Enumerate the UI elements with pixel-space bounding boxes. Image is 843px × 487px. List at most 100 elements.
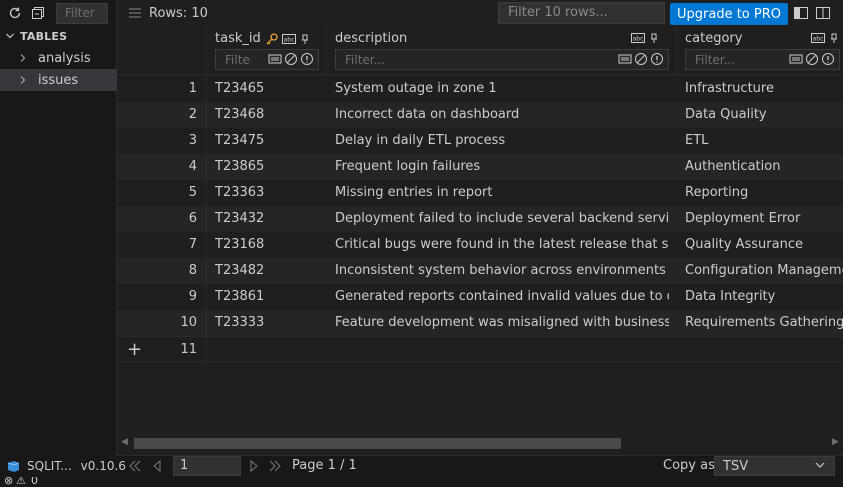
sidebar-filter-input[interactable]: Filter: [56, 3, 108, 24]
table-row[interactable]: 7 T23168 Critical bugs were found in the…: [117, 232, 843, 258]
new-row[interactable]: + 11: [117, 336, 843, 362]
cell-description[interactable]: Missing entries in report: [335, 185, 669, 200]
text-type-icon: abc: [631, 32, 645, 44]
column-filter-description[interactable]: Filter...: [335, 49, 669, 70]
filter-rows-input[interactable]: Filter 10 rows...: [498, 2, 665, 24]
cell-category[interactable]: Deployment Error: [685, 211, 843, 226]
cell-category[interactable]: Data Integrity: [685, 289, 843, 304]
cell-category[interactable]: Data Quality: [685, 107, 843, 122]
cell-task-id[interactable]: T23861: [215, 289, 315, 304]
cell-task-id[interactable]: T23482: [215, 263, 315, 278]
cell-description[interactable]: Incorrect data on dashboard: [335, 107, 669, 122]
cell-task-id[interactable]: T23363: [215, 185, 315, 200]
filter-mode-icon[interactable]: [789, 52, 803, 66]
sidebar-item-issues[interactable]: issues: [0, 69, 117, 91]
cell-task-id[interactable]: T23333: [215, 315, 315, 330]
copy-format-select[interactable]: TSV: [714, 456, 835, 476]
cell-category[interactable]: ETL: [685, 133, 843, 148]
table-row[interactable]: 3 T23475 Delay in daily ETL process ETL: [117, 128, 843, 154]
app-info: SQLIT... v0.10.6: [0, 455, 126, 477]
sidebar-toggle-icon[interactable]: [793, 5, 809, 21]
table-row[interactable]: 1 T23465 System outage in zone 1 Infrast…: [117, 76, 843, 102]
null-icon[interactable]: [805, 52, 819, 66]
cell-category[interactable]: Reporting: [685, 185, 843, 200]
chevron-right-icon: [18, 75, 32, 85]
warning-count: 0: [31, 477, 38, 487]
row-number: 9: [188, 289, 197, 304]
error-icon[interactable]: ⊗: [4, 477, 13, 487]
cell-category[interactable]: Authentication: [685, 159, 843, 174]
svg-text:abc: abc: [633, 36, 644, 43]
refresh-icon[interactable]: [7, 5, 23, 21]
cell-description[interactable]: Critical bugs were found in the latest r…: [335, 237, 669, 252]
grid-header: task_id abc Filter...: [117, 27, 843, 75]
cell-task-id[interactable]: T23465: [215, 81, 315, 96]
cell-task-id[interactable]: T23475: [215, 133, 315, 148]
row-number: 7: [188, 237, 197, 252]
cell-description[interactable]: Deployment failed to include several bac…: [335, 211, 669, 226]
split-icon[interactable]: [815, 5, 831, 21]
cell-task-id[interactable]: T23865: [215, 159, 315, 174]
tables-section-title: TABLES: [20, 29, 68, 43]
table-row[interactable]: 8 T23482 Inconsistent system behavior ac…: [117, 258, 843, 284]
warning-icon[interactable]: ⚠: [16, 477, 26, 487]
cell-task-id[interactable]: T23168: [215, 237, 315, 252]
sidebar-item-analysis[interactable]: analysis: [0, 47, 117, 69]
pin-icon[interactable]: [828, 32, 840, 44]
column-filter-task-id[interactable]: Filter...: [215, 49, 319, 70]
info-icon[interactable]: [650, 52, 664, 66]
cell-task-id[interactable]: T23432: [215, 211, 315, 226]
column-header-category[interactable]: category abc Filter...: [676, 27, 843, 75]
prev-page-icon[interactable]: [150, 459, 164, 477]
cell-description[interactable]: Generated reports contained invalid valu…: [335, 289, 669, 304]
filter-mode-icon[interactable]: [618, 52, 632, 66]
row-number: 4: [188, 159, 197, 174]
null-icon[interactable]: [634, 52, 648, 66]
cell-description[interactable]: Feature development was misaligned with …: [335, 315, 669, 330]
next-page-icon[interactable]: [247, 459, 261, 477]
chevron-down-icon: [814, 459, 826, 476]
cell-description[interactable]: System outage in zone 1: [335, 81, 669, 96]
copy-format-value: TSV: [723, 459, 749, 474]
cell-description[interactable]: Delay in daily ETL process: [335, 133, 669, 148]
cell-description[interactable]: Frequent login failures: [335, 159, 669, 174]
filter-placeholder: Filter...: [345, 52, 386, 67]
scroll-left-icon[interactable]: ◀: [121, 437, 128, 447]
pin-icon[interactable]: [299, 32, 311, 46]
table-row[interactable]: 6 T23432 Deployment failed to include se…: [117, 206, 843, 232]
info-icon[interactable]: [821, 52, 835, 66]
horizontal-scrollbar[interactable]: ◀ ▶: [117, 435, 843, 451]
null-icon[interactable]: [284, 52, 298, 66]
pager: 1 Page 1 / 1 Copy as TSV: [117, 455, 843, 477]
copy-as-label: Copy as: [663, 458, 715, 473]
column-name: category: [685, 31, 743, 46]
cell-task-id[interactable]: T23468: [215, 107, 315, 122]
page-number-input[interactable]: 1: [173, 456, 241, 476]
column-header-description[interactable]: description abc Filter...: [326, 27, 676, 75]
cell-description[interactable]: Inconsistent system behavior across envi…: [335, 263, 669, 278]
row-number: 11: [180, 342, 197, 357]
collapse-icon[interactable]: [30, 5, 46, 21]
table-row[interactable]: 10 T23333 Feature development was misali…: [117, 310, 843, 336]
table-row[interactable]: 2 T23468 Incorrect data on dashboard Dat…: [117, 102, 843, 128]
table-row[interactable]: 5 T23363 Missing entries in report Repor…: [117, 180, 843, 206]
tables-section-header[interactable]: TABLES: [4, 28, 67, 44]
first-page-icon[interactable]: [128, 459, 142, 477]
column-header-task-id[interactable]: task_id abc Filter...: [206, 27, 326, 75]
upgrade-button[interactable]: Upgrade to PRO: [670, 3, 788, 25]
cell-category[interactable]: Configuration Management: [685, 263, 843, 278]
cell-category[interactable]: Infrastructure: [685, 81, 843, 96]
cell-category[interactable]: Quality Assurance: [685, 237, 843, 252]
last-page-icon[interactable]: [268, 459, 282, 477]
filter-mode-icon[interactable]: [268, 52, 282, 66]
scrollbar-thumb[interactable]: [134, 438, 621, 449]
table-row[interactable]: 4 T23865 Frequent login failures Authent…: [117, 154, 843, 180]
info-icon[interactable]: [300, 52, 314, 66]
column-filter-category[interactable]: Filter...: [685, 49, 840, 70]
sidebar: Filter TABLES analysis issues: [0, 0, 117, 455]
table-row[interactable]: 9 T23861 Generated reports contained inv…: [117, 284, 843, 310]
pin-icon[interactable]: [648, 32, 660, 44]
scroll-right-icon[interactable]: ▶: [832, 437, 839, 447]
cell-category[interactable]: Requirements Gathering: [685, 315, 843, 330]
menu-icon[interactable]: [127, 5, 143, 21]
